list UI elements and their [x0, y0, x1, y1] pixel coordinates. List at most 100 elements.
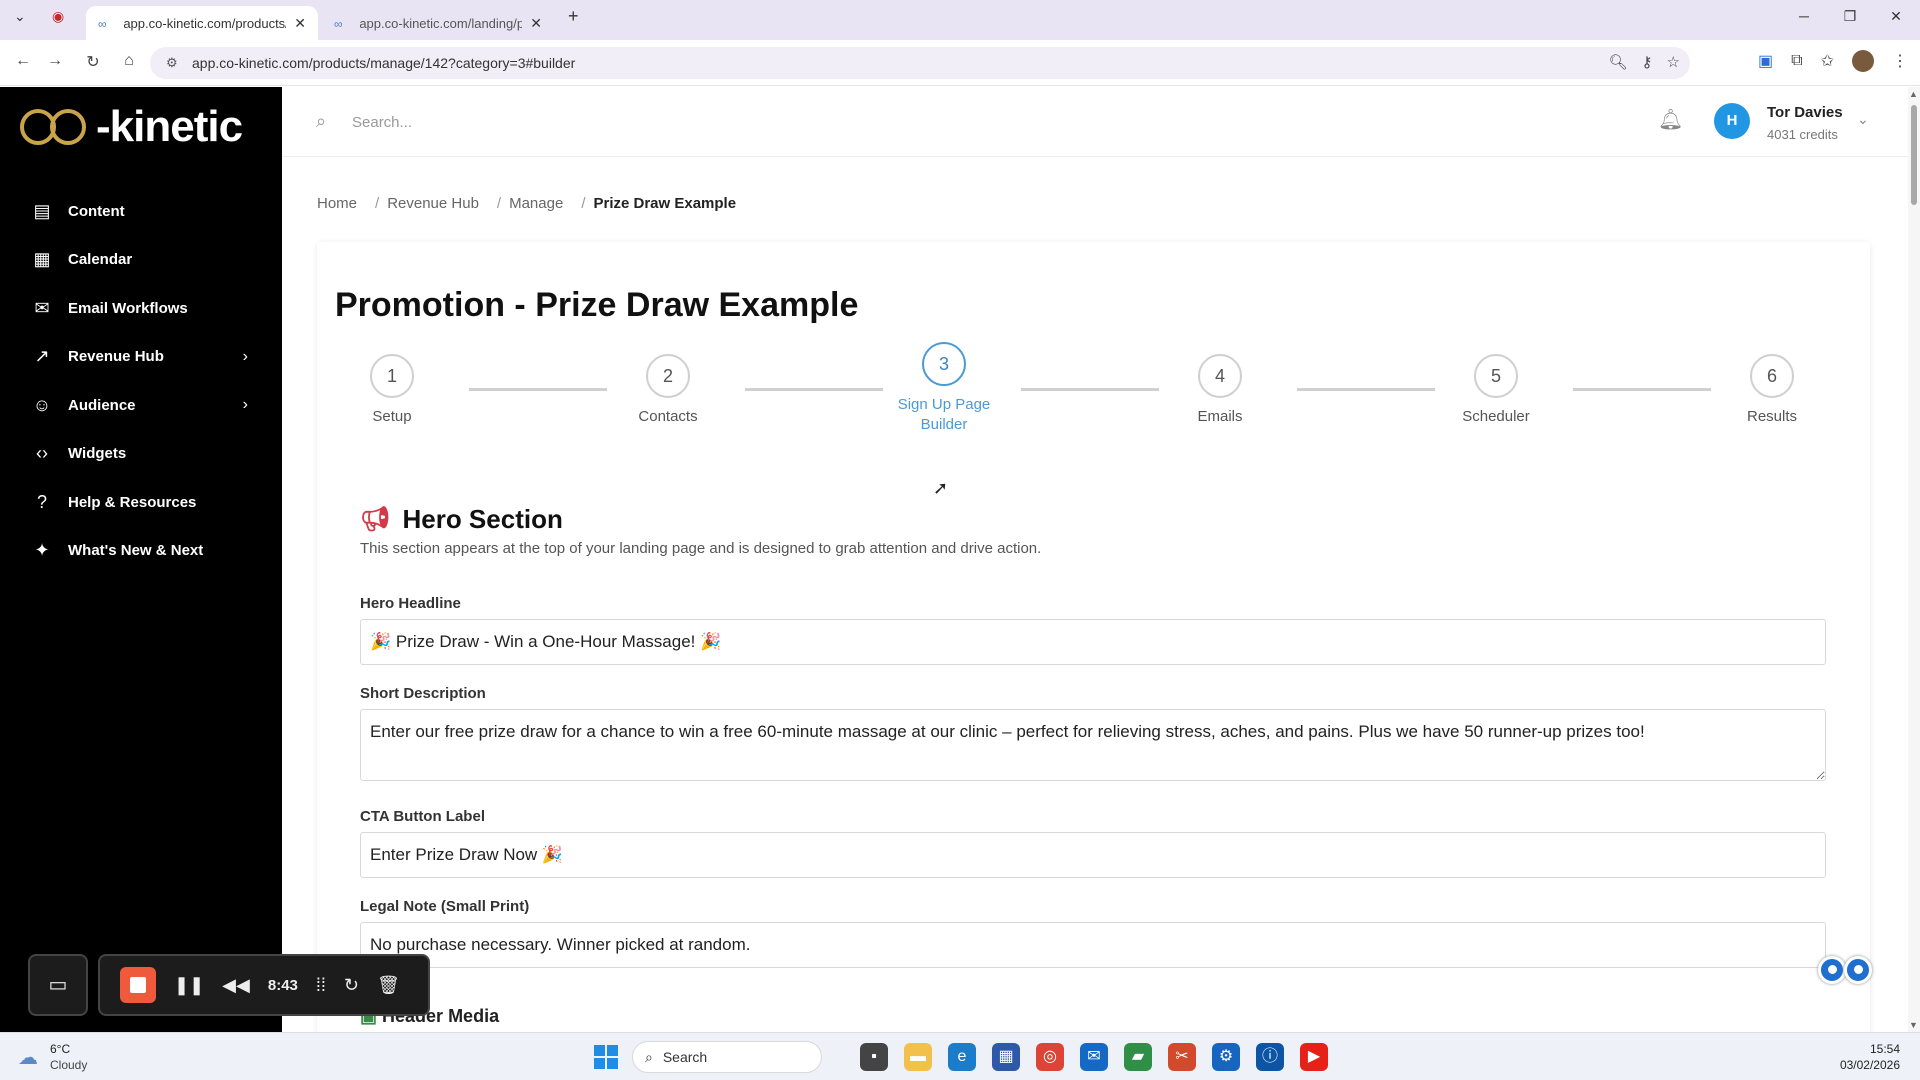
sidebar-item-help[interactable]: ? Help & Resources: [0, 478, 282, 527]
favorites-icon[interactable]: ✩: [1821, 51, 1834, 71]
cloud-icon[interactable]: ☁: [18, 1045, 38, 1070]
sidebar-item-content[interactable]: ▤ Content: [0, 187, 282, 236]
bot-eye-icon: [1844, 956, 1872, 984]
sidebar-nav: ▤ Content ▦ Calendar ✉ Email Workflows ↗…: [0, 187, 282, 575]
step-results[interactable]: 6 Results: [1717, 354, 1827, 427]
sparkle-icon: ✦: [34, 540, 50, 561]
windows-start-icon[interactable]: [594, 1045, 618, 1069]
trash-icon[interactable]: 🗑︎: [377, 975, 400, 996]
close-tab-icon[interactable]: ✕: [530, 15, 542, 32]
snipping-icon[interactable]: ✂: [1168, 1043, 1196, 1071]
step-setup[interactable]: 1 Setup: [337, 354, 447, 427]
recording-time: 8:43: [267, 976, 298, 994]
cta-button-label-label: CTA Button Label: [360, 808, 485, 825]
user-name[interactable]: Tor Davies: [1767, 104, 1843, 121]
avatar[interactable]: H: [1714, 103, 1750, 139]
step-contacts[interactable]: 2 Contacts: [613, 354, 723, 427]
breadcrumb: Home / Revenue Hub / Manage / Prize Draw…: [317, 195, 754, 212]
extension-icon[interactable]: ▣: [1758, 51, 1773, 71]
url-field[interactable]: ⚙ app.co-kinetic.com/products/manage/142…: [150, 47, 1690, 79]
breadcrumb-revenue-hub[interactable]: Revenue Hub: [387, 195, 479, 212]
tab-list-chevron-icon[interactable]: ⌄: [14, 8, 26, 25]
forward-icon[interactable]: →: [44, 52, 66, 70]
sidebar-item-calendar[interactable]: ▦ Calendar: [0, 236, 282, 285]
browser-tab-1[interactable]: ∞ app.co-kinetic.com/products/m ✕: [86, 6, 318, 40]
sidebar-item-whats-new[interactable]: ✦ What's New & Next: [0, 527, 282, 576]
task-view-icon[interactable]: ▪: [860, 1043, 888, 1071]
cta-button-label-input[interactable]: Enter Prize Draw Now 🎉: [360, 832, 1826, 878]
scroll-up-icon[interactable]: ▲: [1909, 89, 1918, 99]
taskbar-clock[interactable]: 15:54 03/02/2026: [1840, 1041, 1900, 1073]
restart-icon[interactable]: ↻: [344, 975, 359, 996]
puzzle-icon[interactable]: ⧉: [1791, 52, 1802, 70]
breadcrumb-manage[interactable]: Manage: [509, 195, 563, 212]
chrome-icon[interactable]: ◎: [1036, 1043, 1064, 1071]
store-icon[interactable]: ▦: [992, 1043, 1020, 1071]
main-card: Promotion - Prize Draw Example 1 Setup 2…: [317, 242, 1870, 1042]
sidebar-item-label: Content: [68, 202, 125, 220]
pause-icon[interactable]: ❚❚: [174, 975, 204, 996]
chevron-down-icon[interactable]: ⌄: [1857, 111, 1869, 128]
step-number: 6: [1750, 354, 1794, 398]
logo-mark-icon: [20, 105, 94, 149]
scroll-down-icon[interactable]: ▼: [1909, 1020, 1918, 1030]
step-emails[interactable]: 4 Emails: [1165, 354, 1275, 427]
camera-button[interactable]: ▭: [28, 954, 88, 1016]
browser-tab-2[interactable]: ∞ app.co-kinetic.com/landing/pr ✕: [322, 6, 554, 40]
app-icon[interactable]: ▰: [1124, 1043, 1152, 1071]
grid-icon[interactable]: ⁞⁞: [316, 975, 326, 996]
taskbar-apps: ▪ ▬ e ▦ ◎ ✉ ▰ ✂ ⚙ ⓘ ▶: [860, 1043, 1328, 1071]
taskbar-search[interactable]: ⌕ Search: [632, 1041, 822, 1073]
password-manager-icon[interactable]: ⓘ: [1256, 1043, 1284, 1071]
bookmark-star-icon[interactable]: ☆: [1667, 53, 1680, 71]
sidebar-item-widgets[interactable]: ‹› Widgets: [0, 430, 282, 479]
step-number: 5: [1474, 354, 1518, 398]
sidebar-item-label: Help & Resources: [68, 493, 197, 511]
menu-icon[interactable]: ⋮: [1892, 51, 1908, 71]
step-scheduler[interactable]: 5 Scheduler: [1441, 354, 1551, 427]
scroll-thumb[interactable]: [1911, 105, 1917, 205]
logo[interactable]: -kinetic: [20, 102, 243, 151]
restore-icon[interactable]: ❐: [1830, 8, 1870, 25]
document-icon: ▤: [33, 200, 51, 221]
weather-description[interactable]: Cloudy: [50, 1058, 87, 1072]
sidebar-item-revenue-hub[interactable]: ↗ Revenue Hub ›: [0, 333, 282, 382]
section-description: This section appears at the top of your …: [360, 540, 1042, 557]
breadcrumb-home[interactable]: Home: [317, 195, 357, 212]
short-description-textarea[interactable]: Enter our free prize draw for a chance t…: [360, 709, 1826, 781]
hero-headline-input[interactable]: 🎉 Prize Draw - Win a One-Hour Massage! 🎉: [360, 619, 1826, 665]
home-icon[interactable]: ⌂: [118, 52, 140, 70]
sidebar-item-email-workflows[interactable]: ✉ Email Workflows: [0, 284, 282, 333]
minimize-icon[interactable]: ─: [1784, 8, 1824, 24]
short-description-label: Short Description: [360, 685, 486, 702]
weather-temperature[interactable]: 6°C: [50, 1042, 70, 1056]
edge-icon[interactable]: e: [948, 1043, 976, 1071]
bell-icon[interactable]: 🔔︎: [1658, 107, 1683, 132]
outlook-icon[interactable]: ✉: [1080, 1043, 1108, 1071]
chat-assistant-bot[interactable]: [1816, 950, 1876, 994]
os-taskbar: ☁ 6°C Cloudy ⌕ Search ▪ ▬ e ▦ ◎ ✉ ▰ ✂ ⚙ …: [0, 1032, 1920, 1080]
zoom-icon[interactable]: 🔍︎: [1609, 53, 1628, 71]
file-explorer-icon[interactable]: ▬: [904, 1043, 932, 1071]
new-tab-icon[interactable]: +: [568, 6, 579, 27]
close-window-icon[interactable]: ✕: [1876, 8, 1916, 25]
profile-avatar[interactable]: [1852, 50, 1874, 72]
legal-note-input[interactable]: No purchase necessary. Winner picked at …: [360, 922, 1826, 968]
youtube-icon[interactable]: ▶: [1300, 1043, 1328, 1071]
reload-icon[interactable]: ↻: [82, 52, 104, 72]
search-input[interactable]: [352, 107, 752, 137]
sidebar: -kinetic ▤ Content ▦ Calendar ✉ Email Wo…: [0, 87, 282, 1032]
url-text[interactable]: app.co-kinetic.com/products/manage/142?c…: [192, 55, 575, 71]
sidebar-item-audience[interactable]: ☺ Audience ›: [0, 381, 282, 430]
page-scrollbar[interactable]: ▲ ▼: [1908, 87, 1920, 1032]
close-tab-icon[interactable]: ✕: [294, 15, 306, 32]
stop-recording-button[interactable]: [120, 967, 156, 1003]
bot-eye-icon: [1818, 956, 1846, 984]
rewind-icon[interactable]: ◀◀: [222, 975, 250, 996]
site-info-icon[interactable]: ⚙: [166, 55, 178, 71]
back-icon[interactable]: ←: [12, 52, 34, 70]
settings-icon[interactable]: ⚙: [1212, 1043, 1240, 1071]
step-label: Contacts: [638, 408, 698, 425]
step-sign-up-page-builder[interactable]: 3 Sign Up Page Builder: [889, 342, 999, 435]
key-icon[interactable]: ⚷: [1642, 53, 1653, 71]
